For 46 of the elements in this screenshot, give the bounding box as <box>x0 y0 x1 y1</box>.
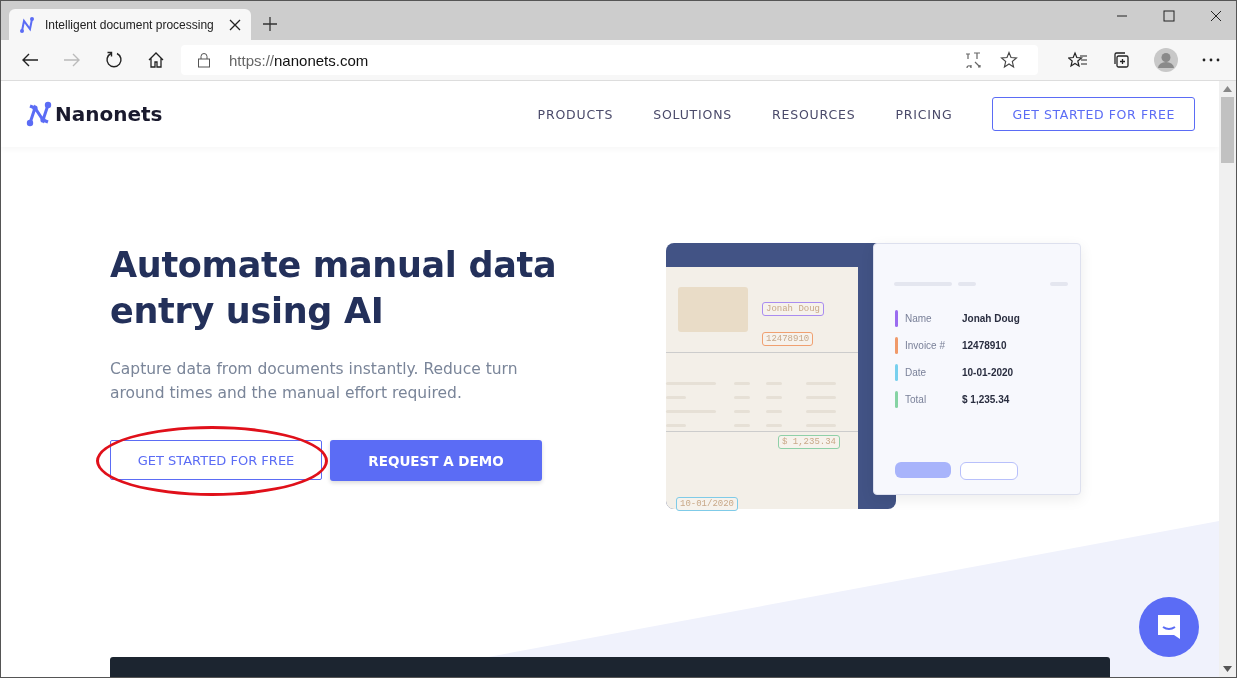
logo-icon <box>25 100 53 128</box>
field-label: Invoice # <box>905 340 947 351</box>
detected-field-tag: Jonah Doug <box>762 302 824 316</box>
close-icon[interactable] <box>1210 10 1222 22</box>
detected-field-tag: 12478910 <box>762 332 814 346</box>
nav-link[interactable]: RESOURCES <box>772 106 856 122</box>
more-menu-icon[interactable] <box>1202 58 1220 62</box>
address-bar[interactable]: https://nanonets.com <box>181 45 1038 75</box>
star-add-icon[interactable] <box>1000 51 1018 69</box>
lock-icon <box>197 52 211 68</box>
collections-icon[interactable] <box>1112 51 1130 69</box>
favorites-icon[interactable] <box>1068 51 1088 69</box>
get-started-button[interactable]: GET STARTED FOR FREE <box>110 440 322 480</box>
field-value: $ 1,235.34 <box>962 394 1010 405</box>
hero-subtitle: Capture data from documents instantly. Reduce turn around times and the manual effort required. <box>110 359 519 404</box>
nav-link[interactable]: PRODUCTS <box>537 106 614 122</box>
logo-text: Nanonets <box>55 102 163 126</box>
profile-avatar-icon[interactable] <box>1154 48 1178 72</box>
detected-field-tag: $ 1,235.34 <box>778 435 840 449</box>
field-label: Name <box>905 313 933 324</box>
field-value: 12478910 <box>962 340 1007 351</box>
scrollbar[interactable] <box>1219 81 1236 677</box>
scrollbar-thumb[interactable] <box>1221 97 1234 163</box>
close-icon[interactable] <box>229 18 241 31</box>
hero-title: Automate manual data entry using AI <box>110 244 558 333</box>
url-text: https://nanonets.com <box>229 51 369 69</box>
logo-icon <box>19 16 35 33</box>
photo-placeholder <box>678 287 748 332</box>
new-tab-icon[interactable] <box>263 17 277 31</box>
field-value: Jonah Doug <box>962 313 1020 324</box>
get-started-button[interactable]: GET STARTED FOR FREE <box>992 97 1195 131</box>
home-icon[interactable] <box>147 51 165 69</box>
back-arrow-icon[interactable] <box>21 52 39 68</box>
request-demo-button[interactable]: REQUEST A DEMO <box>330 440 542 481</box>
nav-link[interactable]: SOLUTIONS <box>653 106 733 122</box>
field-label: Total <box>905 394 928 405</box>
tab-title: Intelligent document processing <box>45 17 215 32</box>
field-value: 10-01-2020 <box>962 367 1014 378</box>
field-label: Date <box>905 367 928 378</box>
detected-field-tag: 10-01/2020 <box>676 497 738 511</box>
browser-tab[interactable]: Intelligent document processing <box>9 9 251 40</box>
scroll-down-icon[interactable] <box>1223 666 1232 672</box>
nav-link[interactable]: PRICING <box>895 106 953 122</box>
scroll-up-icon[interactable] <box>1223 86 1232 92</box>
maximize-icon[interactable] <box>1163 10 1175 22</box>
refresh-icon[interactable] <box>105 51 123 69</box>
